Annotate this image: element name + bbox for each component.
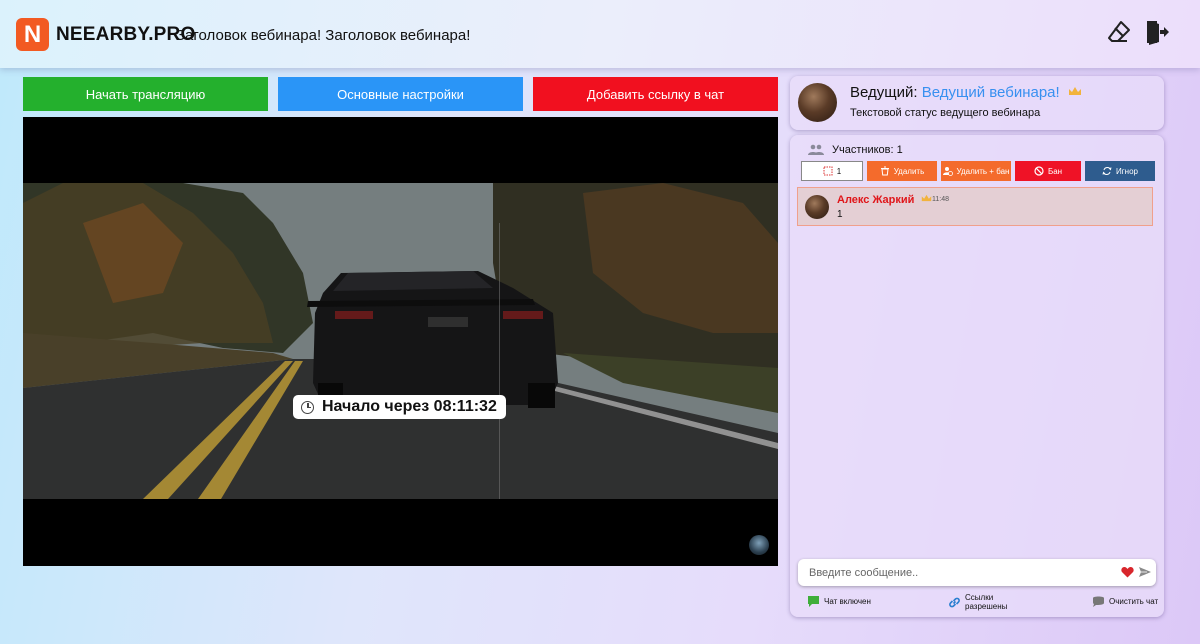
action-buttons: Начать трансляцию Основные настройки Доб… [23, 77, 778, 111]
logo[interactable]: N [16, 18, 49, 51]
links-line-2: разрешены [965, 602, 1008, 611]
host-label: Ведущий: [850, 84, 918, 101]
clock-icon [301, 400, 314, 414]
links-line-1: Ссылки [965, 593, 994, 602]
host-avatar [798, 83, 837, 122]
message-author-name: Алекс Жаркий [837, 194, 915, 206]
user-remove-icon [942, 167, 953, 176]
chat-panel: Участников: 1 1 Удалить Удалить + бан Ба… [790, 135, 1164, 617]
chat-enabled-label: Чат включен [824, 597, 871, 606]
host-name: Ведущий вебинара! [921, 84, 1060, 101]
crown-icon [1068, 87, 1081, 95]
people-icon [808, 144, 824, 155]
video-player[interactable]: Начало через 08:11:32 [23, 117, 778, 566]
message-input[interactable] [798, 559, 1118, 586]
video-scene-image [23, 183, 778, 499]
message-author: Алекс Жаркий [837, 194, 932, 206]
selected-count-value: 1 [836, 166, 842, 176]
delete-ban-label: Удалить + бан [956, 166, 1010, 176]
participants-count: Участников: 1 [808, 144, 903, 156]
author-avatar [805, 195, 829, 219]
clear-chat-label: Очистить чат [1109, 597, 1159, 606]
message-text: 1 [837, 209, 843, 220]
send-icon[interactable] [1138, 565, 1152, 579]
delete-label: Удалить [893, 166, 925, 176]
links-allowed-label: Ссылки разрешены [965, 593, 1007, 611]
host-card: Ведущий: Ведущий вебинара! Текстовой ста… [790, 76, 1164, 130]
countdown-text: Начало через 08:11:32 [322, 398, 497, 415]
chat-bubble-icon [808, 596, 819, 607]
message-composer [798, 559, 1156, 586]
author-crown-icon [922, 194, 932, 202]
video-watermark-icon [749, 535, 769, 555]
moderation-toolbar: 1 Удалить Удалить + бан Бан Игнор [801, 161, 1155, 181]
host-status: Текстовой статус ведущего вебинара [850, 107, 1041, 119]
video-frame: Начало через 08:11:32 [23, 183, 778, 499]
delete-button[interactable]: Удалить [867, 161, 937, 181]
brand-name[interactable]: NEEARBY.PRO [56, 24, 195, 46]
countdown-badge: Начало через 08:11:32 [293, 395, 506, 419]
ignore-label: Игнор [1116, 166, 1138, 176]
link-icon [949, 597, 960, 607]
top-header: N NEEARBY.PRO Заголовок вебинара! Заголо… [0, 0, 1200, 68]
ignore-button[interactable]: Игнор [1085, 161, 1155, 181]
ban-button[interactable]: Бан [1015, 161, 1081, 181]
start-broadcast-button[interactable]: Начать трансляцию [23, 77, 268, 111]
logout-icon[interactable] [1143, 18, 1171, 46]
refresh-icon [1102, 167, 1112, 175]
heart-icon[interactable] [1121, 566, 1134, 578]
clear-chat-icon [1093, 596, 1104, 607]
clear-chat-button[interactable]: Очистить чат [1092, 595, 1158, 608]
main-settings-button[interactable]: Основные настройки [278, 77, 523, 111]
participants-text: Участников: 1 [832, 144, 903, 156]
logo-letter: N [23, 20, 42, 48]
eraser-icon[interactable] [1105, 18, 1133, 46]
ban-icon [1034, 166, 1044, 176]
links-allowed-toggle[interactable]: Ссылки разрешены [948, 593, 1007, 611]
add-link-button[interactable]: Добавить ссылку в чат [533, 77, 778, 111]
ban-label: Бан [1047, 166, 1063, 176]
delete-ban-button[interactable]: Удалить + бан [941, 161, 1011, 181]
webinar-title: Заголовок вебинара! Заголовок вебинара! [176, 27, 471, 44]
message-time: 11:48 [932, 196, 949, 203]
host-heading: Ведущий: Ведущий вебинара! [850, 84, 1082, 101]
chat-message[interactable]: Алекс Жаркий 11:48 1 [797, 187, 1153, 226]
chat-enabled-toggle[interactable]: Чат включен [807, 595, 871, 608]
trash-icon [880, 166, 889, 176]
selection-icon [823, 166, 833, 176]
selected-count[interactable]: 1 [801, 161, 863, 181]
